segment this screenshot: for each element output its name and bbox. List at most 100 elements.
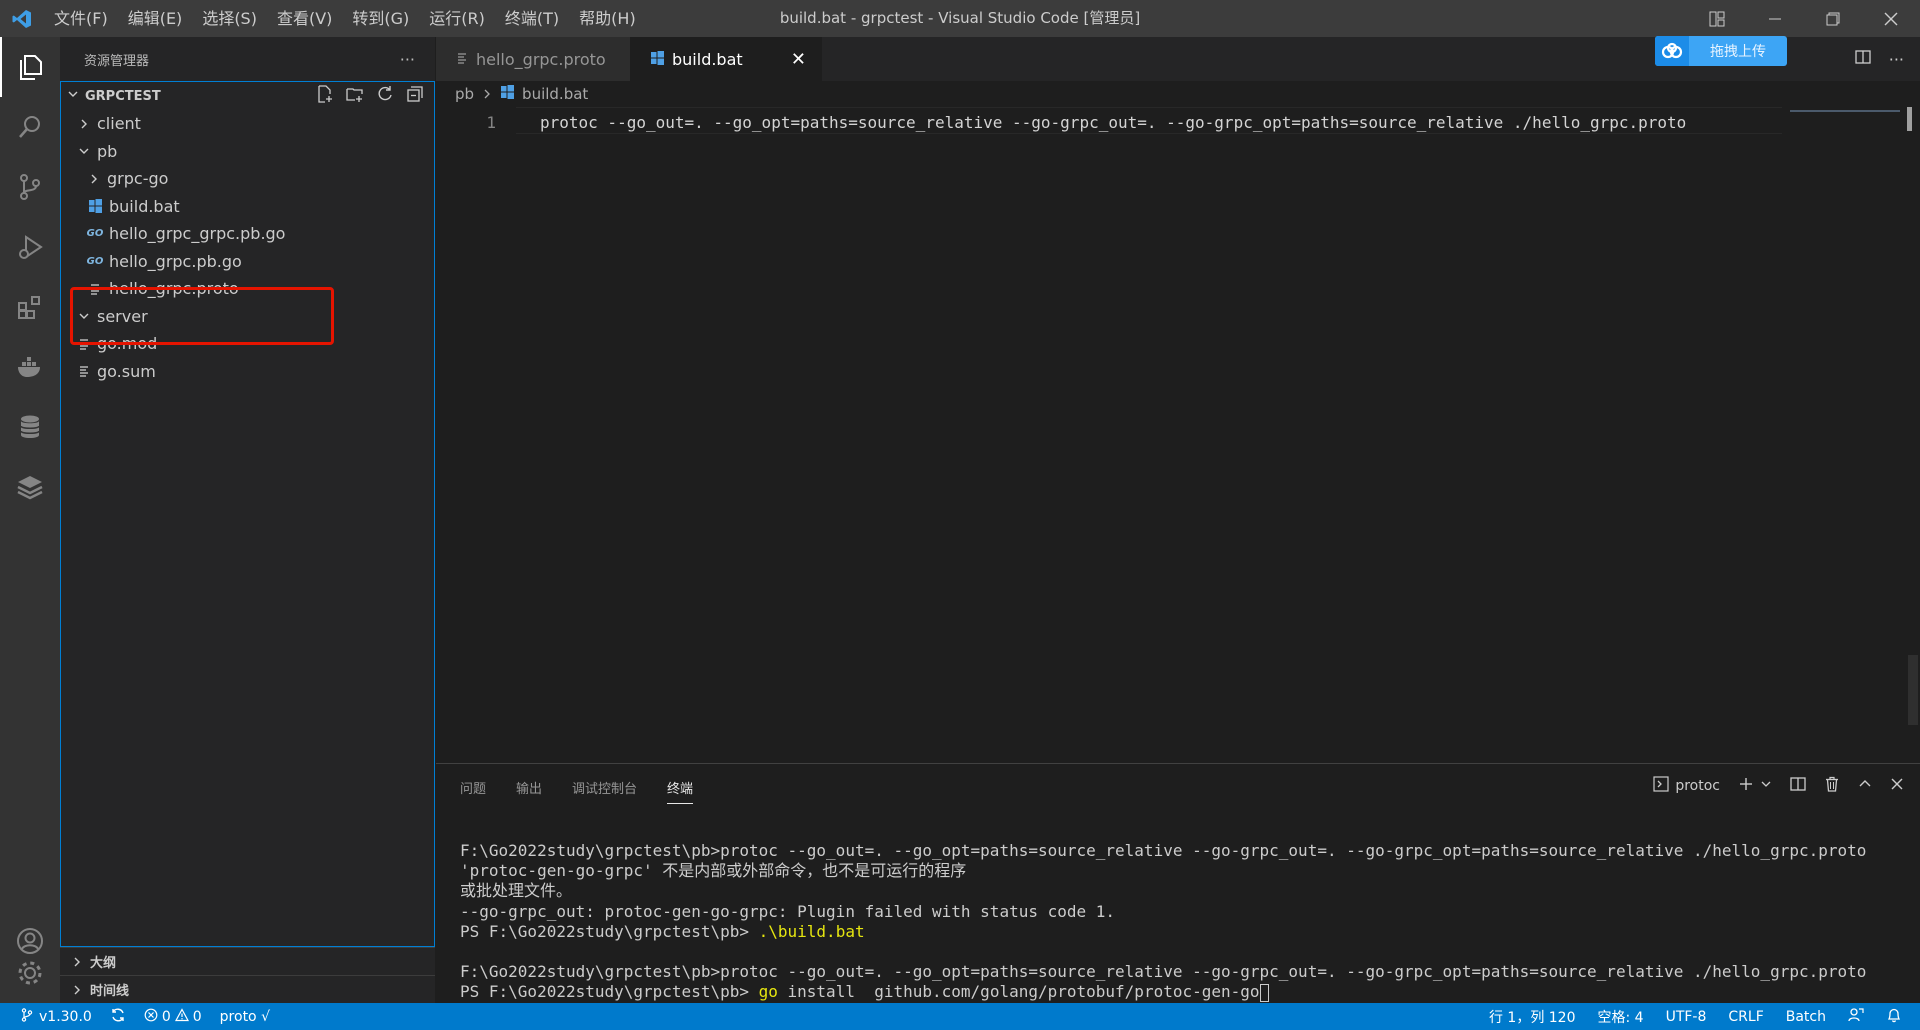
chevron-down-icon — [67, 88, 85, 104]
explorer-sidebar: 资源管理器 ··· GRPCTEST client pb grpc-go bui… — [60, 37, 435, 1003]
line-ending[interactable]: CRLF — [1728, 1009, 1763, 1025]
tab-problems[interactable]: 问题 — [460, 778, 486, 804]
workspace-root[interactable]: GRPCTEST — [61, 82, 434, 110]
breadcrumb: pb build.bat — [436, 81, 588, 107]
git-branch-status[interactable]: v1.30.0 — [20, 1007, 92, 1026]
settings-gear-icon[interactable] — [0, 943, 60, 1003]
problems-status[interactable]: 0 0 — [144, 1007, 202, 1026]
terminal-line: PS F:\Go2022study\grpctest\pb> .\build.b… — [460, 922, 1900, 942]
tab-hello-grpc-proto[interactable]: hello_grpc.proto — [436, 37, 630, 81]
tab-label: hello_grpc.proto — [476, 49, 606, 69]
close-window-icon[interactable] — [1862, 0, 1920, 37]
restore-icon[interactable] — [1804, 0, 1862, 37]
tree-file-build-bat[interactable]: build.bat — [61, 193, 434, 221]
new-folder-icon[interactable] — [346, 85, 364, 107]
collapse-all-icon[interactable] — [406, 85, 424, 107]
terminal-output[interactable]: F:\Go2022study\grpctest\pb>protoc --go_o… — [460, 841, 1900, 1003]
code-line[interactable]: protoc --go_out=. --go_opt=paths=source_… — [540, 113, 1686, 132]
split-editor-icon[interactable] — [1855, 49, 1871, 69]
new-file-icon[interactable] — [316, 85, 334, 107]
extensions-icon[interactable] — [0, 277, 60, 337]
add-terminal-icon[interactable] — [1738, 776, 1754, 796]
menu-run[interactable]: 运行(R) — [419, 0, 495, 37]
tree-item-label: build.bat — [109, 196, 180, 216]
editor-scrollbar[interactable] — [1907, 107, 1912, 131]
windows-bat-icon — [85, 199, 105, 214]
notifications-bell-icon[interactable] — [1886, 1007, 1902, 1027]
tree-file-hello-grpc-grpc-pb-go[interactable]: GO hello_grpc_grpc.pb.go — [61, 220, 434, 248]
bottom-panel: 问题 输出 调试控制台 终端 protoc F:\Go2022study\grp… — [436, 763, 1920, 1003]
tree-item-label: pb — [97, 141, 118, 161]
drag-upload-button[interactable]: 拖拽上传 — [1655, 36, 1787, 66]
terminal-selector[interactable]: protoc — [1653, 776, 1720, 796]
close-tab-icon[interactable]: ✕ — [791, 49, 806, 70]
menu-view[interactable]: 查看(V) — [267, 0, 342, 37]
terminal-command: .\build.bat — [758, 921, 865, 941]
menu-selection[interactable]: 选择(S) — [192, 0, 267, 37]
tree-file-hello-grpc-pb-go[interactable]: GO hello_grpc.pb.go — [61, 248, 434, 276]
feedback-icon[interactable] — [1848, 1007, 1864, 1027]
split-terminal-icon[interactable] — [1790, 776, 1806, 796]
tree-folder-pb[interactable]: pb — [61, 138, 434, 166]
workspace-name: GRPCTEST — [85, 88, 161, 104]
layout-icon[interactable] — [1688, 0, 1746, 37]
minimize-icon[interactable] — [1746, 0, 1804, 37]
database-icon[interactable] — [0, 397, 60, 457]
sidebar-title: 资源管理器 — [84, 53, 150, 69]
terminal-command: go — [758, 982, 778, 1002]
terminal-line: F:\Go2022study\grpctest\pb>protoc --go_o… — [460, 962, 1867, 982]
cursor-position[interactable]: 行 1，列 120 — [1489, 1007, 1576, 1027]
language-mode[interactable]: Batch — [1786, 1009, 1826, 1025]
tab-terminal[interactable]: 终端 — [667, 778, 694, 804]
terminal-cursor — [1259, 983, 1269, 1002]
outline-section[interactable]: 大纲 — [60, 947, 435, 975]
menu-terminal[interactable]: 终端(T) — [495, 0, 569, 37]
menu-help[interactable]: 帮助(H) — [569, 0, 646, 37]
tab-label: build.bat — [672, 49, 743, 69]
maximize-panel-icon[interactable] — [1858, 777, 1872, 795]
upload-label: 拖拽上传 — [1710, 44, 1766, 60]
terminal-name: protoc — [1675, 778, 1720, 794]
line-number: 1 — [486, 112, 496, 132]
indentation[interactable]: 空格: 4 — [1598, 1007, 1644, 1027]
chevron-down-icon[interactable] — [1760, 778, 1772, 794]
timeline-section[interactable]: 时间线 — [60, 975, 435, 1003]
timeline-label: 时间线 — [90, 984, 130, 999]
source-control-icon[interactable] — [0, 157, 60, 217]
menu-go[interactable]: 转到(G) — [342, 0, 419, 37]
tree-folder-client[interactable]: client — [61, 110, 434, 138]
search-icon[interactable] — [0, 97, 60, 157]
proto-status[interactable]: proto √ — [220, 1009, 270, 1025]
code-editor[interactable]: 1 protoc --go_out=. --go_opt=paths=sourc… — [436, 107, 1920, 137]
trash-icon[interactable] — [1824, 776, 1840, 796]
tree-item-label: go.sum — [97, 361, 156, 381]
menu-file[interactable]: 文件(F) — [44, 0, 118, 37]
more-actions-icon[interactable]: ··· — [400, 50, 415, 69]
tab-output[interactable]: 输出 — [516, 778, 542, 804]
breadcrumb-folder[interactable]: pb — [455, 85, 474, 103]
terminal-line: ​ — [460, 942, 1900, 962]
tab-debug-console[interactable]: 调试控制台 — [572, 778, 637, 804]
menu-edit[interactable]: 编辑(E) — [118, 0, 193, 37]
tree-file-go-sum[interactable]: go.sum — [61, 358, 434, 386]
error-count: 0 — [161, 1008, 171, 1025]
docker-icon[interactable] — [0, 337, 60, 397]
close-panel-icon[interactable] — [1890, 777, 1904, 795]
tree-folder-grpc-go[interactable]: grpc-go — [61, 165, 434, 193]
minimap[interactable] — [1790, 110, 1900, 112]
refresh-icon[interactable] — [376, 85, 394, 107]
terminal-command-args: install github.com/golang/protobuf/proto… — [777, 982, 1260, 1002]
explorer-icon[interactable] — [0, 37, 60, 97]
layers-icon[interactable] — [0, 457, 60, 517]
terminal-line: 'protoc-gen-go-grpc' 不是内部或外部命令，也不是可运行的程序 — [460, 861, 967, 881]
tab-build-bat[interactable]: build.bat ✕ — [630, 37, 822, 81]
encoding[interactable]: UTF-8 — [1666, 1009, 1707, 1025]
breadcrumb-file[interactable]: build.bat — [522, 85, 588, 103]
overview-ruler[interactable] — [1908, 655, 1918, 725]
sync-icon[interactable] — [110, 1007, 126, 1027]
more-actions-icon[interactable]: ··· — [1889, 50, 1904, 69]
terminal-line: 或批处理文件。 — [460, 881, 573, 901]
windows-bat-icon — [500, 85, 515, 103]
branch-name: v1.30.0 — [39, 1008, 92, 1025]
run-debug-icon[interactable] — [0, 217, 60, 277]
